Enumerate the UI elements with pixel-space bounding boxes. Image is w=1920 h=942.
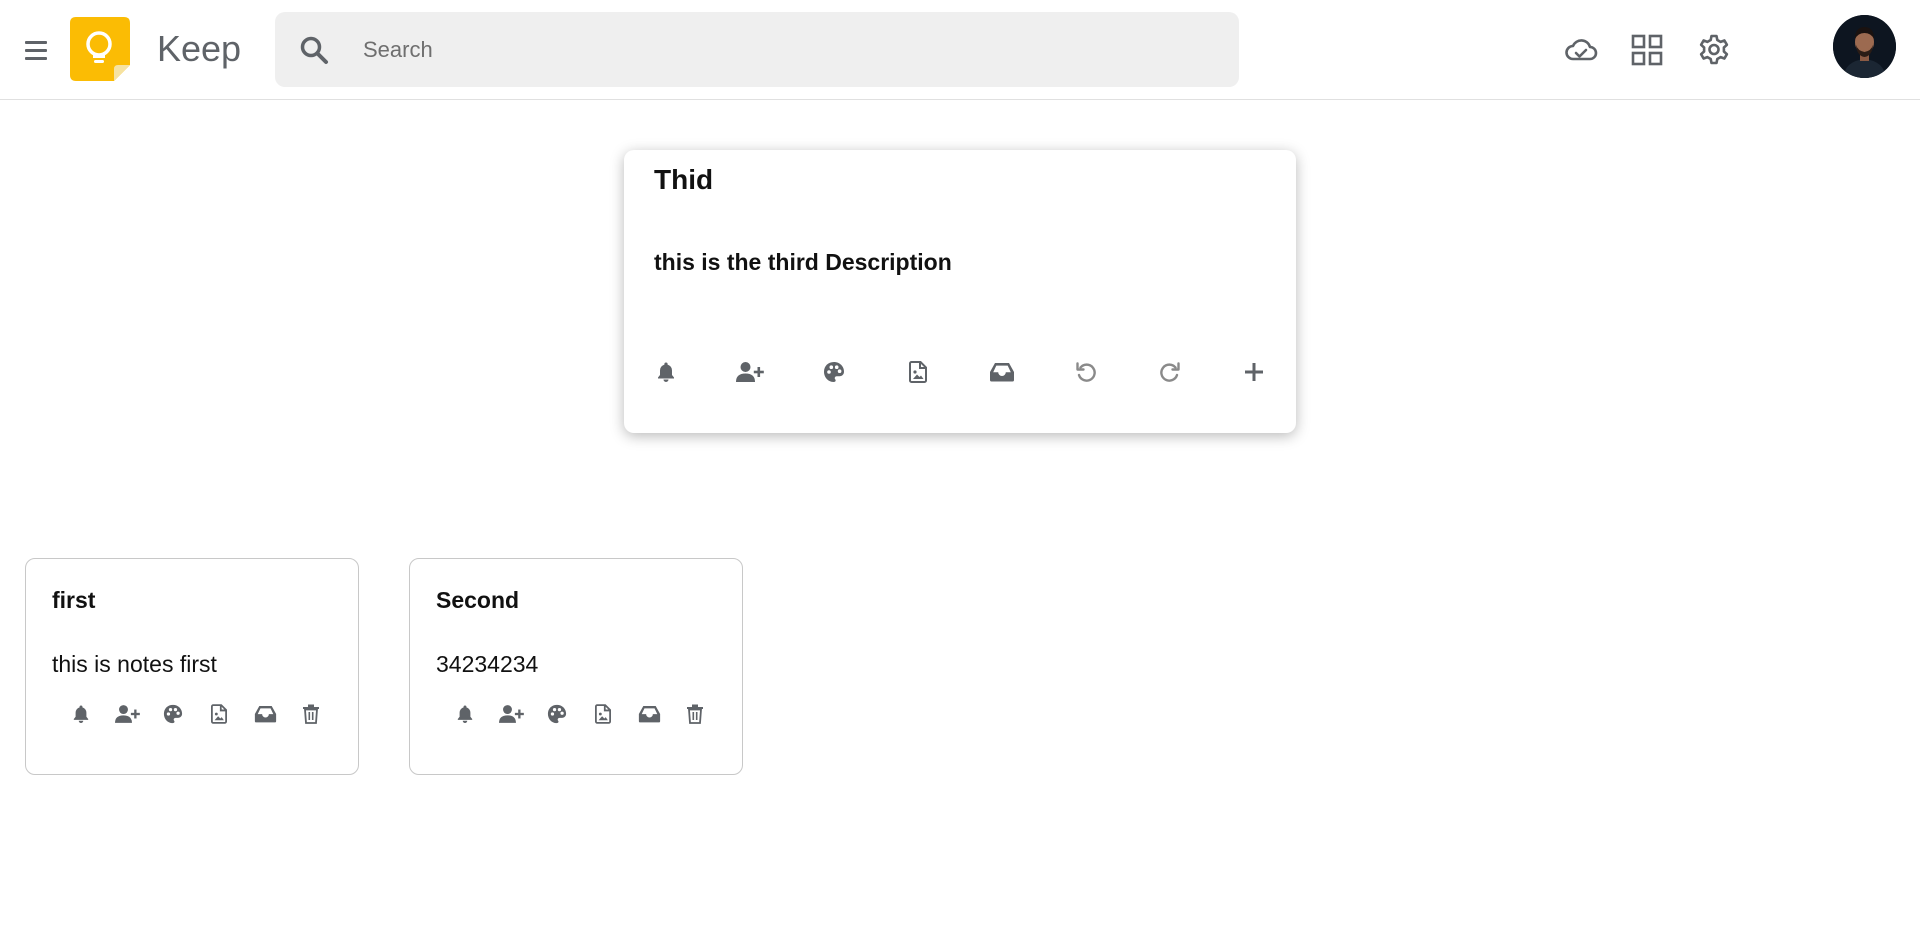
note-title: Second	[436, 587, 520, 613]
note-actions	[66, 699, 326, 729]
keep-logo-icon[interactable]	[70, 17, 130, 81]
note-editor[interactable]: Thid this is the third Description	[624, 150, 1296, 433]
image-icon[interactable]	[900, 354, 936, 390]
plus-icon[interactable]	[1236, 354, 1272, 390]
note-editor-description[interactable]: this is the third Description	[654, 249, 952, 276]
add-collaborator-icon[interactable]	[112, 699, 142, 729]
menu-icon-bar	[25, 56, 47, 60]
gear-icon[interactable]	[1694, 30, 1734, 70]
palette-icon[interactable]	[158, 699, 188, 729]
note-body: 34234234	[436, 651, 539, 677]
image-icon[interactable]	[588, 699, 618, 729]
palette-icon[interactable]	[542, 699, 572, 729]
note-editor-title[interactable]: Thid	[654, 164, 713, 196]
trash-icon[interactable]	[296, 699, 326, 729]
note-actions	[450, 699, 710, 729]
grid-view-icon[interactable]	[1627, 30, 1667, 70]
image-icon[interactable]	[204, 699, 234, 729]
palette-icon[interactable]	[816, 354, 852, 390]
app-header: Keep	[0, 0, 1920, 100]
archive-icon[interactable]	[634, 699, 664, 729]
bell-icon[interactable]	[648, 354, 684, 390]
menu-icon-bar	[25, 48, 47, 52]
add-collaborator-icon[interactable]	[496, 699, 526, 729]
note-card[interactable]: first this is notes first	[25, 558, 359, 775]
cloud-sync-icon[interactable]	[1561, 30, 1601, 70]
app-name: Keep	[157, 28, 242, 69]
avatar[interactable]	[1833, 15, 1896, 78]
search-icon[interactable]	[299, 35, 329, 65]
note-card[interactable]: Second 34234234	[409, 558, 743, 775]
bell-icon[interactable]	[66, 699, 96, 729]
search-input[interactable]	[363, 12, 1213, 87]
note-title: first	[52, 587, 96, 613]
undo-icon[interactable]	[1068, 354, 1104, 390]
note-editor-toolbar	[644, 354, 1276, 390]
note-body: this is notes first	[52, 651, 217, 677]
menu-button[interactable]	[18, 34, 54, 66]
search-bar[interactable]	[275, 12, 1239, 87]
archive-icon[interactable]	[984, 354, 1020, 390]
archive-icon[interactable]	[250, 699, 280, 729]
bell-icon[interactable]	[450, 699, 480, 729]
redo-icon[interactable]	[1152, 354, 1188, 390]
add-collaborator-icon[interactable]	[732, 354, 768, 390]
menu-icon-bar	[25, 40, 47, 44]
trash-icon[interactable]	[680, 699, 710, 729]
